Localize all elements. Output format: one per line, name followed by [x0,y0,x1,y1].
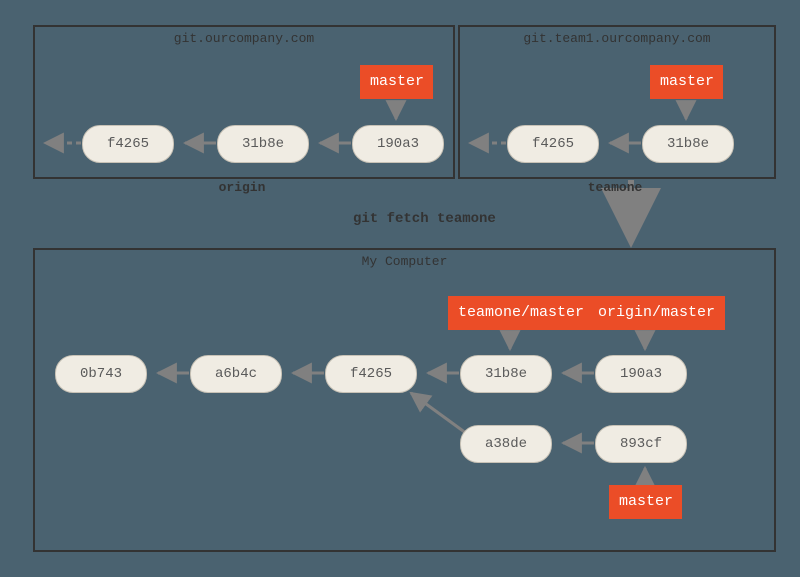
origin-label: origin [33,180,451,195]
local-title: My Computer [35,254,774,269]
fetch-command: git fetch teamone [353,211,496,227]
local-commit-bottom-0: a38de [460,425,552,463]
origin-branch-master: master [360,65,433,99]
teamone-branch-master: master [650,65,723,99]
local-commit-bottom-1: 893cf [595,425,687,463]
origin-title: git.ourcompany.com [35,31,453,46]
local-commit-top-4: 190a3 [595,355,687,393]
origin-commit-2: 190a3 [352,125,444,163]
teamone-commit-1: 31b8e [642,125,734,163]
teamone-label: teamone [458,180,772,195]
origin-commit-1: 31b8e [217,125,309,163]
local-branch-teamone-master: teamone/master [448,296,594,330]
local-branch-origin-master: origin/master [588,296,725,330]
local-branch-master: master [609,485,682,519]
teamone-commit-0: f4265 [507,125,599,163]
local-commit-top-2: f4265 [325,355,417,393]
local-commit-top-1: a6b4c [190,355,282,393]
teamone-title: git.team1.ourcompany.com [460,31,774,46]
local-commit-top-3: 31b8e [460,355,552,393]
local-commit-top-0: 0b743 [55,355,147,393]
origin-commit-0: f4265 [82,125,174,163]
